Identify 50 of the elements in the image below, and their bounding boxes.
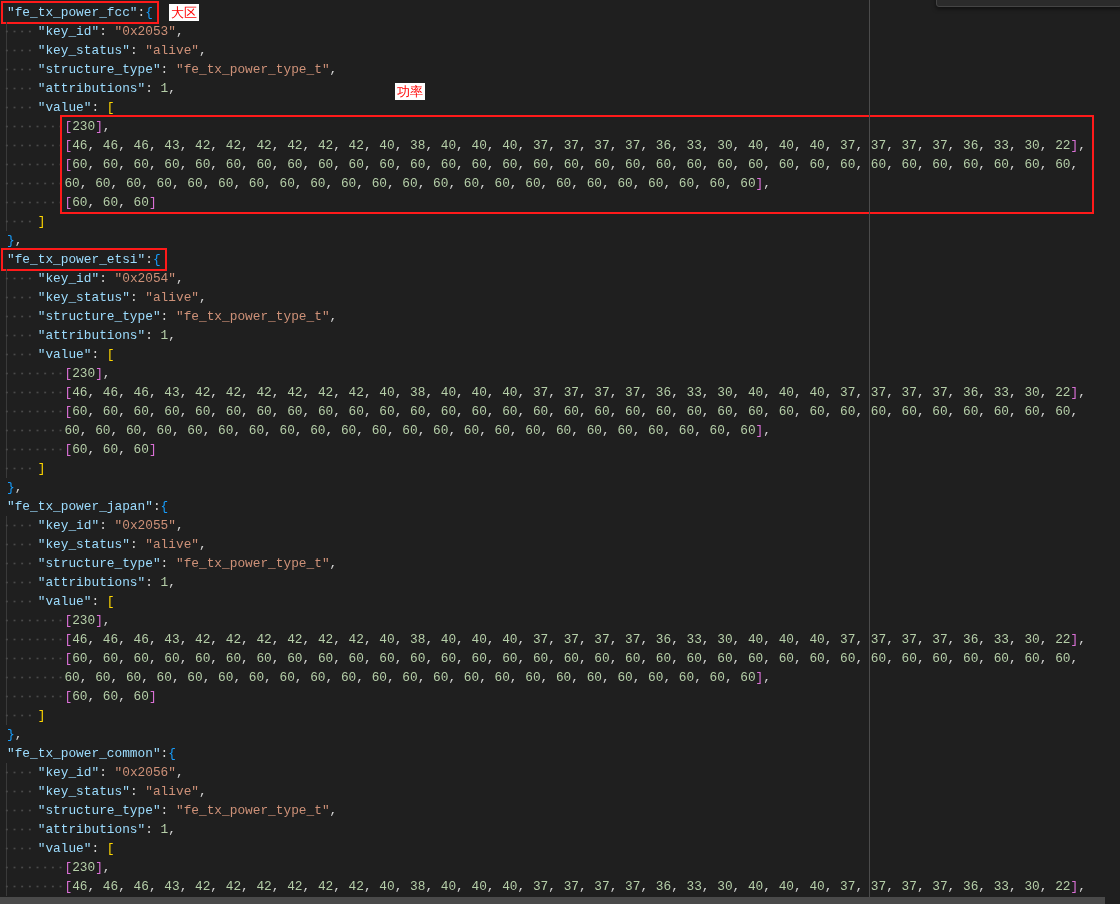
code-line: [230], xyxy=(63,365,112,383)
code-line: "structure_type": "fe_tx_power_type_t", xyxy=(36,61,339,79)
code-line: 60, 60, 60, 60, 60, 60, 60, 60, 60, 60, 60, 60, 60, 60, 60, 60, 60, 60, 60, 60, 60, 60, 60], xyxy=(63,422,772,440)
code-line: "value": [ xyxy=(36,593,116,611)
code-line: [46, 46, 46, 43, 42, 42, 42, 42, 42, 42, 40, 38, 40, 40, 40, 37, 37, 37, 37, 36, 33, 30, 40, 40, 40, 37, 37, 37, 37, 36, 33, 30, 22], xyxy=(63,384,1087,402)
code-line: 60, 60, 60, 60, 60, 60, 60, 60, 60, 60, 60, 60, 60, 60, 60, 60, 60, 60, 60, 60, 60, 60, 60], xyxy=(63,175,772,193)
code-line: [46, 46, 46, 43, 42, 42, 42, 42, 42, 42, 40, 38, 40, 40, 40, 37, 37, 37, 37, 36, 33, 30, 40, 40, 40, 37, 37, 37, 37, 36, 33, 30, 22], xyxy=(63,631,1087,649)
code-line: "value": [ xyxy=(36,99,116,117)
code-line: [60, 60, 60] xyxy=(63,441,158,459)
annotation-label: 大区 xyxy=(168,4,199,21)
code-line: [60, 60, 60, 60, 60, 60, 60, 60, 60, 60, 60, 60, 60, 60, 60, 60, 60, 60, 60, 60, 60, 60, 60, 60, 60, 60, 60, 60, 60, 60, 60, 60, 60, xyxy=(63,156,1080,174)
code-line: "fe_tx_power_common":{ xyxy=(6,745,177,763)
annotation-label: 功率 xyxy=(395,83,426,100)
code-line: "attributions": 1, xyxy=(36,80,177,98)
code-line: "key_status": "alive", xyxy=(36,783,208,801)
code-line: }, xyxy=(6,232,24,250)
code-line: [230], xyxy=(63,612,112,630)
code-line: "key_id": "0x2053", xyxy=(36,23,185,41)
code-line: "key_status": "alive", xyxy=(36,289,208,307)
code-line: ] xyxy=(36,213,47,231)
horizontal-scrollbar[interactable] xyxy=(0,897,1105,904)
code-line: "key_id": "0x2056", xyxy=(36,764,185,782)
code-line: [60, 60, 60, 60, 60, 60, 60, 60, 60, 60, 60, 60, 60, 60, 60, 60, 60, 60, 60, 60, 60, 60, 60, 60, 60, 60, 60, 60, 60, 60, 60, 60, 60, xyxy=(63,403,1080,421)
code-line: ] xyxy=(36,460,47,478)
code-line: "fe_tx_power_fcc":{ xyxy=(3,3,157,22)
code-line: "key_status": "alive", xyxy=(36,536,208,554)
code-line: "structure_type": "fe_tx_power_type_t", xyxy=(36,802,339,820)
code-line: [46, 46, 46, 43, 42, 42, 42, 42, 42, 42, 40, 38, 40, 40, 40, 37, 37, 37, 37, 36, 33, 30, 40, 40, 40, 37, 37, 37, 37, 36, 33, 30, 22], xyxy=(63,878,1087,896)
code-line: "value": [ xyxy=(36,840,116,858)
code-line: [230], xyxy=(63,859,112,877)
code-line: "fe_tx_power_japan":{ xyxy=(6,498,170,516)
code-line: }, xyxy=(6,726,24,744)
code-line: "value": [ xyxy=(36,346,116,364)
code-line: [230], xyxy=(63,118,112,136)
code-line: [60, 60, 60, 60, 60, 60, 60, 60, 60, 60, 60, 60, 60, 60, 60, 60, 60, 60, 60, 60, 60, 60, 60, 60, 60, 60, 60, 60, 60, 60, 60, 60, 60, xyxy=(63,650,1080,668)
code-line: "key_status": "alive", xyxy=(36,42,208,60)
code-line: "key_id": "0x2055", xyxy=(36,517,185,535)
code-line: }, xyxy=(6,479,24,497)
code-line: "structure_type": "fe_tx_power_type_t", xyxy=(36,555,339,573)
code-line: ] xyxy=(36,707,47,725)
code-line: "key_id": "0x2054", xyxy=(36,270,185,288)
code-line: "attributions": 1, xyxy=(36,574,177,592)
code-line: "fe_tx_power_etsi":{ xyxy=(3,250,165,269)
code-line: "attributions": 1, xyxy=(36,327,177,345)
code-line: [60, 60, 60] xyxy=(63,194,158,212)
code-line: 60, 60, 60, 60, 60, 60, 60, 60, 60, 60, 60, 60, 60, 60, 60, 60, 60, 60, 60, 60, 60, 60, 60], xyxy=(63,669,772,687)
code-line: "attributions": 1, xyxy=(36,821,177,839)
code-line: "structure_type": "fe_tx_power_type_t", xyxy=(36,308,339,326)
code-line: [60, 60, 60] xyxy=(63,688,158,706)
code-line: [46, 46, 46, 43, 42, 42, 42, 42, 42, 42, 40, 38, 40, 40, 40, 37, 37, 37, 37, 36, 33, 30, 40, 40, 40, 37, 37, 37, 37, 36, 33, 30, 22], xyxy=(63,137,1087,155)
